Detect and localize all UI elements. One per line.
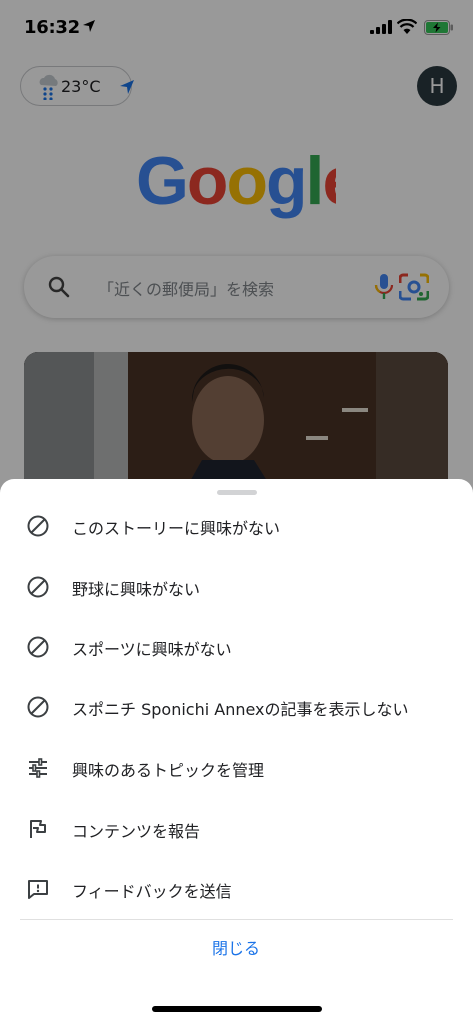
block-icon — [27, 696, 49, 718]
menu-item-not-interested-sports[interactable]: スポーツに興味がない — [0, 619, 473, 675]
menu-item-label: このストーリーに興味がない — [72, 519, 281, 538]
tune-icon — [29, 758, 47, 778]
home-indicator[interactable] — [152, 1006, 322, 1012]
menu-item-send-feedback[interactable]: フィードバックを送信 — [0, 861, 473, 917]
menu-item-manage-interests[interactable]: 興味のあるトピックを管理 — [0, 740, 473, 796]
close-button[interactable]: 閉じる — [186, 933, 286, 965]
menu-item-label: 興味のあるトピックを管理 — [72, 761, 265, 780]
block-icon — [27, 636, 49, 658]
google-app-home: 16:32 23°C H Google — [0, 0, 473, 1024]
menu-item-label: コンテンツを報告 — [72, 822, 201, 841]
block-icon — [27, 576, 49, 598]
story-options-sheet: このストーリーに興味がない 野球に興味がない スポーツに興味がない スポニチ S… — [0, 479, 473, 1024]
menu-item-report-content[interactable]: コンテンツを報告 — [0, 801, 473, 857]
feedback-icon — [28, 880, 48, 899]
menu-item-label: フィードバックを送信 — [72, 882, 232, 901]
sheet-divider — [20, 919, 453, 920]
menu-item-label: スポーツに興味がない — [72, 640, 232, 659]
sheet-drag-handle[interactable] — [217, 490, 257, 495]
menu-item-hide-source[interactable]: スポニチ Sponichi Annexの記事を表示しない — [0, 679, 473, 735]
menu-item-not-interested-baseball[interactable]: 野球に興味がない — [0, 559, 473, 615]
menu-item-not-interested-story[interactable]: このストーリーに興味がない — [0, 498, 473, 554]
block-icon — [27, 515, 49, 537]
menu-item-label: 野球に興味がない — [72, 580, 201, 599]
flag-icon — [30, 820, 46, 838]
menu-item-label: スポニチ Sponichi Annexの記事を表示しない — [72, 700, 409, 719]
